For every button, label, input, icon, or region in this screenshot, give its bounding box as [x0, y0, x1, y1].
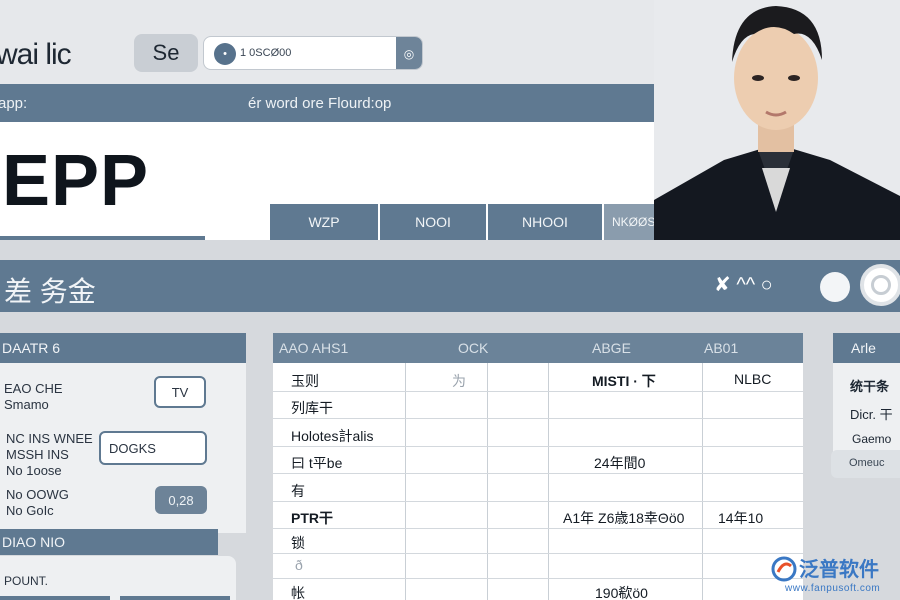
table-row-divider — [273, 473, 803, 474]
tools-icon[interactable]: ✘ ^^ ○ — [714, 272, 773, 297]
table-column-divider — [487, 363, 488, 600]
watermark-text: 泛普软件 — [799, 559, 879, 581]
toggle-ring-icon[interactable] — [860, 264, 900, 306]
table-header-cell[interactable]: AAO AHS1 — [279, 340, 348, 356]
tab-3[interactable]: NHOOI — [488, 204, 604, 240]
table-header-cell[interactable]: ABGE — [592, 340, 631, 356]
section-title: 差 务金 — [4, 276, 96, 307]
table-cell: 14年10 — [718, 510, 764, 526]
search-box: • ◎ — [203, 36, 423, 70]
subpanel-divider — [120, 596, 230, 600]
left-panel-footer: DIAO NIO — [0, 529, 218, 555]
field-input-tv[interactable]: TV — [154, 376, 206, 408]
nav-center-label[interactable]: ér word ore Flourd:op — [248, 95, 391, 112]
nav-left-label[interactable]: app: — [0, 95, 27, 112]
watermark-url: www.fanpusoft.com — [785, 583, 881, 594]
table-cell: 列库干 — [291, 400, 333, 416]
table-cell: A1年 Z6歳18幸Θö0 — [563, 510, 685, 526]
table-row-divider — [273, 501, 803, 502]
table-header-cell[interactable]: AB01 — [704, 340, 738, 356]
right-panel-header: Arle — [833, 333, 900, 363]
field-label: NC INS WNEE — [6, 431, 93, 446]
field-label: Smamo — [4, 397, 49, 412]
right-panel-item[interactable]: 统干条 — [850, 376, 889, 395]
field-label: No OOWG — [6, 487, 69, 502]
table-row-divider — [273, 553, 803, 554]
field-label: MSSH INS — [6, 447, 69, 462]
table-cell: 帐 — [291, 585, 305, 600]
table-column-divider — [548, 363, 549, 600]
table-column-divider — [702, 363, 703, 600]
hero-underline — [0, 236, 205, 240]
right-panel-button[interactable]: Omeuc — [831, 450, 900, 478]
table-cell: MISTI · 下 — [592, 373, 656, 389]
table-row-divider — [273, 528, 803, 529]
left-panel-header: DAATR 6 — [0, 333, 246, 363]
table-cell: PTR干 — [291, 510, 333, 526]
right-panel-item[interactable]: Dicr. 干 — [850, 404, 893, 423]
table-cell: 24年間0 — [594, 455, 646, 471]
search-submit-icon[interactable]: ◎ — [396, 37, 422, 69]
field-value-badge[interactable]: 0,28 — [155, 486, 207, 514]
se-button[interactable]: Se — [134, 34, 198, 72]
table-row-divider — [273, 418, 803, 419]
app-logo: wai lic — [0, 38, 72, 71]
tab-1[interactable]: WZP — [270, 204, 380, 240]
table-cell: Holotes計alis — [291, 428, 374, 444]
field-label: EAO CHE — [4, 381, 63, 396]
table-column-divider — [405, 363, 406, 600]
table-cell: 玉则 — [291, 373, 319, 389]
field-label: No 1oose — [6, 463, 62, 478]
watermark-logo-icon — [771, 556, 797, 582]
search-input[interactable] — [240, 41, 390, 65]
subpanel-divider — [0, 596, 110, 600]
table-cell: ð — [295, 557, 303, 573]
tab-2[interactable]: NOOI — [380, 204, 488, 240]
field-input-docks[interactable]: DOGKS — [99, 431, 207, 465]
table-cell: 锁 — [291, 535, 305, 551]
hero-title: EPP — [2, 141, 150, 221]
right-panel-item[interactable]: Gaemo — [852, 432, 891, 446]
table-cell: 为 — [452, 373, 466, 389]
table-cell: 有 — [291, 483, 305, 499]
table-row-divider — [273, 578, 803, 579]
subpanel-label: POUNT. — [4, 574, 49, 588]
data-table — [273, 333, 803, 600]
search-icon: • — [214, 43, 236, 65]
table-row-divider — [273, 446, 803, 447]
person-photo — [654, 0, 900, 240]
table-row-divider — [273, 391, 803, 392]
field-label: No GoIc — [6, 503, 54, 518]
table-cell: 190欷ö0 — [595, 585, 648, 600]
table-cell: NLBC — [734, 371, 772, 387]
table-cell: 曰 t平be — [291, 455, 343, 471]
toggle-dot-icon[interactable] — [820, 272, 850, 302]
table-header-cell[interactable]: OCK — [458, 340, 488, 356]
